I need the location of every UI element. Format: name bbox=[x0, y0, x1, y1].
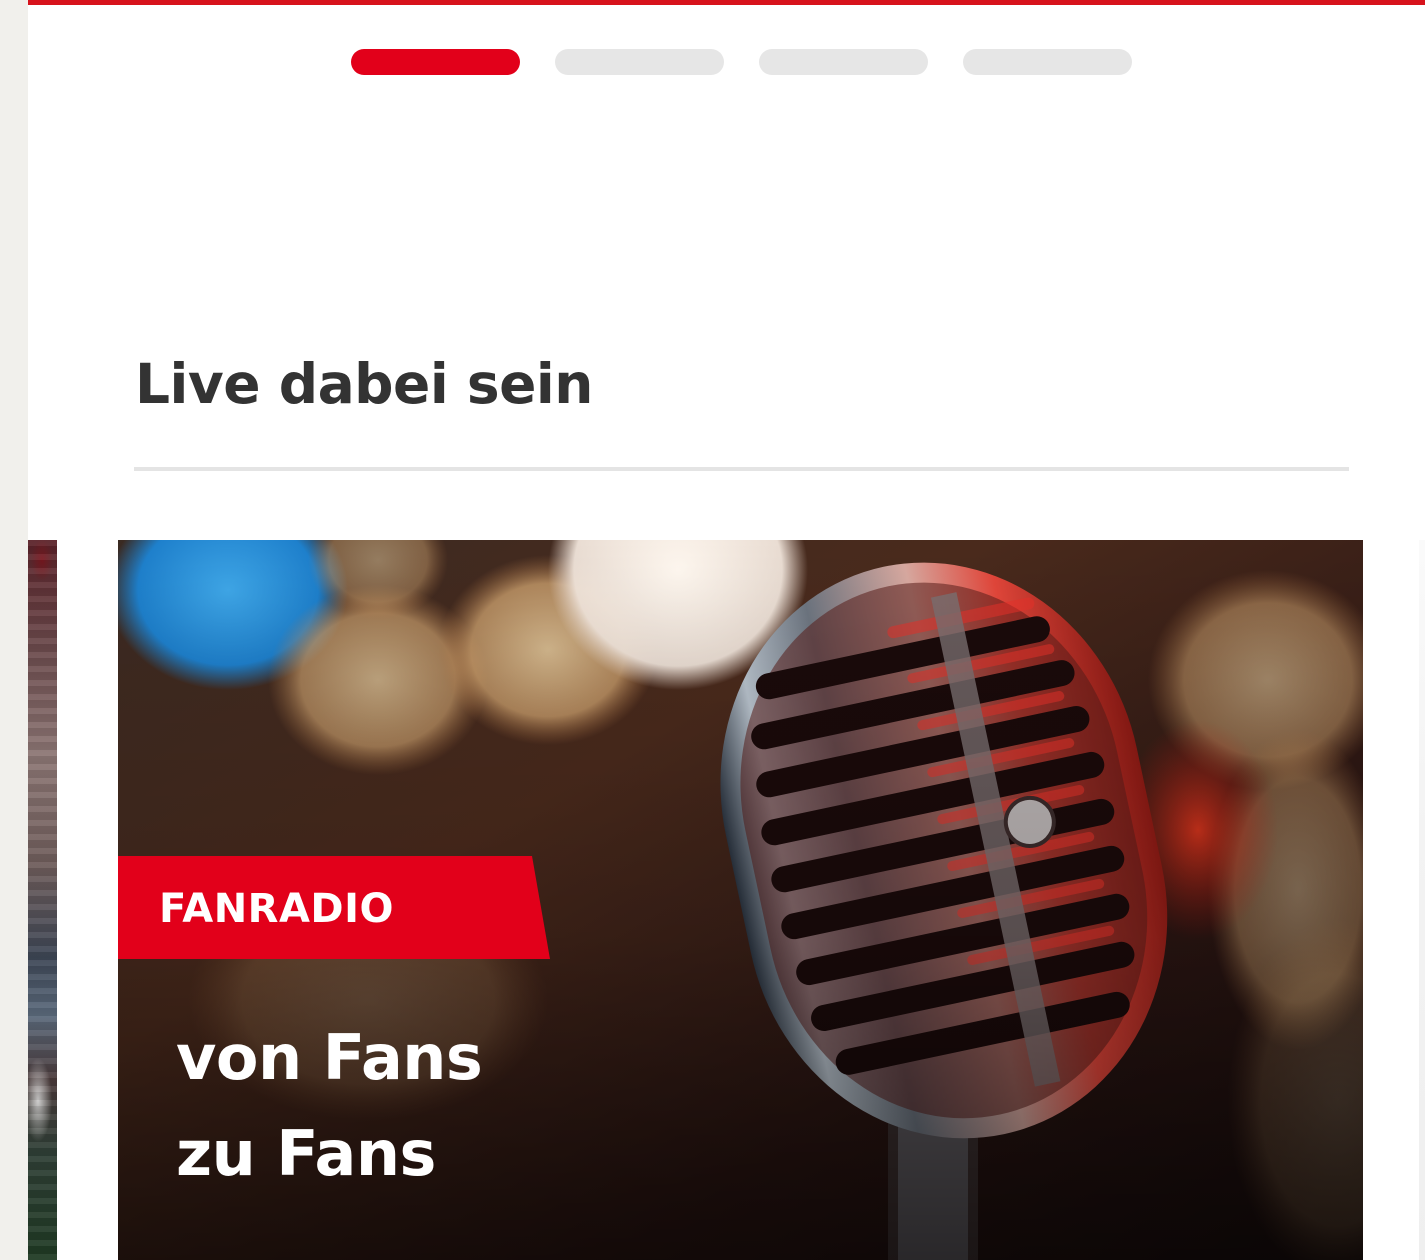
section-divider bbox=[134, 467, 1349, 471]
pagination-dot-2[interactable] bbox=[555, 49, 724, 75]
card-headline: von Fans zu Fans bbox=[176, 1010, 483, 1202]
main-content: Live dabei sein FANRADIO von Fans zu Fan… bbox=[28, 0, 1425, 1260]
page-left-rail bbox=[0, 0, 28, 1260]
page: Live dabei sein FANRADIO von Fans zu Fan… bbox=[0, 0, 1425, 1260]
fanradio-card[interactable]: FANRADIO von Fans zu Fans bbox=[118, 540, 1363, 1260]
card-headline-line-1: von Fans bbox=[176, 1021, 483, 1094]
card-headline-line-2: zu Fans bbox=[176, 1117, 436, 1190]
pagination-dot-1[interactable] bbox=[351, 49, 520, 75]
slider-pagination bbox=[351, 49, 1132, 75]
top-accent-bar bbox=[28, 0, 1425, 5]
section-title: Live dabei sein bbox=[135, 352, 593, 416]
category-badge: FANRADIO bbox=[118, 856, 550, 959]
next-card-peek[interactable] bbox=[1419, 540, 1425, 1260]
previous-card-peek[interactable] bbox=[28, 540, 57, 1260]
pagination-dot-4[interactable] bbox=[963, 49, 1132, 75]
pagination-dot-3[interactable] bbox=[759, 49, 928, 75]
category-badge-label: FANRADIO bbox=[159, 886, 395, 932]
